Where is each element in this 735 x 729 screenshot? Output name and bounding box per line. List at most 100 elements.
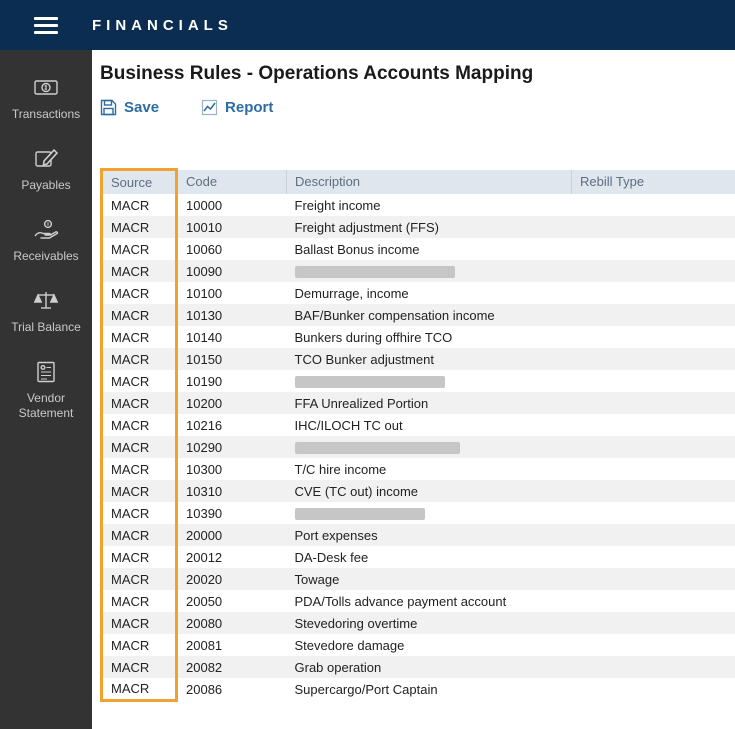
table-row[interactable]: MACR 10190 — [100, 370, 735, 392]
accounts-mapping-table: Source Code Description Rebill Type MACR… — [100, 168, 735, 702]
table-row[interactable]: MACR 20082 Grab operation — [100, 656, 735, 678]
table-row[interactable]: MACR 10310 CVE (TC out) income — [100, 480, 735, 502]
cell-description: DA-Desk fee — [294, 549, 369, 565]
cell-source: MACR — [100, 282, 178, 304]
column-header-code[interactable]: Code — [176, 169, 287, 194]
sidebar-item-label: Vendor Statement — [18, 391, 74, 420]
table-row[interactable]: MACR 10000 Freight income — [100, 194, 735, 216]
cell-description: Bunkers during offhire TCO — [294, 329, 453, 345]
cell-description: FFA Unrealized Portion — [294, 395, 429, 411]
cell-description: PDA/Tolls advance payment account — [294, 593, 507, 609]
table-row[interactable]: MACR 10100 Demurrage, income — [100, 282, 735, 304]
cell-code: 10190 — [186, 373, 223, 389]
table-row[interactable]: MACR 10300 T/C hire income — [100, 458, 735, 480]
table-row[interactable]: MACR 10010 Freight adjustment (FFS) — [100, 216, 735, 238]
hamburger-menu-icon[interactable] — [0, 16, 92, 34]
cell-code: 10000 — [186, 197, 223, 213]
cell-rebill-type — [572, 326, 735, 348]
report-button[interactable]: Report — [201, 99, 273, 116]
cell-rebill-type — [572, 634, 735, 656]
cell-code: 10100 — [186, 285, 223, 301]
cell-description: Freight adjustment (FFS) — [294, 219, 440, 235]
column-header-description[interactable]: Description — [286, 169, 572, 194]
table-row[interactable]: MACR 20080 Stevedoring overtime — [100, 612, 735, 634]
sidebar-item-receivables[interactable]: Receivables — [0, 206, 92, 277]
table-row[interactable]: MACR 10130 BAF/Bunker compensation incom… — [100, 304, 735, 326]
cell-description: Towage — [294, 571, 340, 587]
receivables-hand-coin-icon — [34, 219, 59, 239]
cell-source: MACR — [100, 348, 178, 370]
table-row[interactable]: MACR 20020 Towage — [100, 568, 735, 590]
redacted-text-box — [294, 508, 425, 521]
sidebar-item-label: Trial Balance — [11, 320, 81, 334]
cell-description: IHC/ILOCH TC out — [294, 417, 403, 433]
cell-rebill-type — [572, 216, 735, 238]
cell-code: 20086 — [186, 681, 223, 697]
cell-source: MACR — [100, 260, 178, 282]
sidebar: Transactions Payables Receivables Trial … — [0, 50, 92, 729]
table-row[interactable]: MACR 10390 — [100, 502, 735, 524]
cell-description: Stevedore damage — [294, 637, 405, 653]
table-row[interactable]: MACR 10290 — [100, 436, 735, 458]
cell-source: MACR — [100, 326, 178, 348]
vendor-statement-document-icon — [37, 361, 55, 383]
cell-code: 20080 — [186, 615, 223, 631]
table-row[interactable]: MACR 10060 Ballast Bonus income — [100, 238, 735, 260]
cell-code: 10216 — [186, 417, 223, 433]
sidebar-item-label: Receivables — [13, 249, 79, 263]
cell-code: 20000 — [186, 527, 223, 543]
cell-rebill-type — [572, 480, 735, 502]
table-row[interactable]: MACR 20086 Supercargo/Port Captain — [100, 678, 735, 702]
main-content: Business Rules - Operations Accounts Map… — [92, 50, 735, 729]
sidebar-item-transactions[interactable]: Transactions — [0, 64, 92, 135]
toolbar: Save Report — [100, 99, 735, 116]
cell-description — [287, 502, 572, 524]
cell-code: 20082 — [186, 659, 223, 675]
cell-description: Grab operation — [294, 659, 382, 675]
table-row[interactable]: MACR 10140 Bunkers during offhire TCO — [100, 326, 735, 348]
column-header-source[interactable]: Source — [100, 168, 178, 194]
cell-rebill-type — [572, 414, 735, 436]
sidebar-item-payables[interactable]: Payables — [0, 135, 92, 206]
table-row[interactable]: MACR 20081 Stevedore damage — [100, 634, 735, 656]
cell-source: MACR — [100, 634, 178, 656]
cell-rebill-type — [572, 370, 735, 392]
table-row[interactable]: MACR 10150 TCO Bunker adjustment — [100, 348, 735, 370]
cell-code: 10010 — [186, 219, 223, 235]
cell-rebill-type — [572, 238, 735, 260]
table-row[interactable]: MACR 10200 FFA Unrealized Portion — [100, 392, 735, 414]
table-row[interactable]: MACR 20050 PDA/Tolls advance payment acc… — [100, 590, 735, 612]
cell-description: BAF/Bunker compensation income — [294, 307, 495, 323]
cell-rebill-type — [572, 392, 735, 414]
cell-source: MACR — [100, 502, 178, 524]
save-button[interactable]: Save — [100, 99, 159, 116]
save-button-label: Save — [124, 99, 160, 116]
table-row[interactable]: MACR 10216 IHC/ILOCH TC out — [100, 414, 735, 436]
cell-source: MACR — [100, 238, 178, 260]
redacted-text-box — [294, 442, 460, 455]
cell-source: MACR — [100, 216, 178, 238]
cell-rebill-type — [572, 304, 735, 326]
cell-source: MACR — [100, 304, 178, 326]
cell-description: Stevedoring overtime — [294, 615, 418, 631]
column-header-rebill-type[interactable]: Rebill Type — [571, 169, 735, 194]
cell-source: MACR — [100, 370, 178, 392]
cell-description: CVE (TC out) income — [294, 483, 419, 499]
table-header-row: Source Code Description Rebill Type — [100, 168, 735, 194]
redacted-text-box — [294, 266, 455, 279]
report-chart-icon — [201, 99, 218, 116]
cell-rebill-type — [572, 194, 735, 216]
cell-source: MACR — [100, 546, 178, 568]
cell-code: 10300 — [186, 461, 223, 477]
cell-code: 10140 — [186, 329, 223, 345]
sidebar-item-vendor-statement[interactable]: Vendor Statement — [0, 348, 92, 434]
transactions-money-icon — [34, 80, 58, 95]
cell-description: Port expenses — [294, 527, 378, 543]
sidebar-item-trial-balance[interactable]: Trial Balance — [0, 277, 92, 348]
table-row[interactable]: MACR 10090 — [100, 260, 735, 282]
cell-source: MACR — [100, 480, 178, 502]
table-row[interactable]: MACR 20000 Port expenses — [100, 524, 735, 546]
sidebar-item-label: Transactions — [11, 107, 81, 121]
table-row[interactable]: MACR 20012 DA-Desk fee — [100, 546, 735, 568]
cell-code: 20081 — [186, 637, 223, 653]
